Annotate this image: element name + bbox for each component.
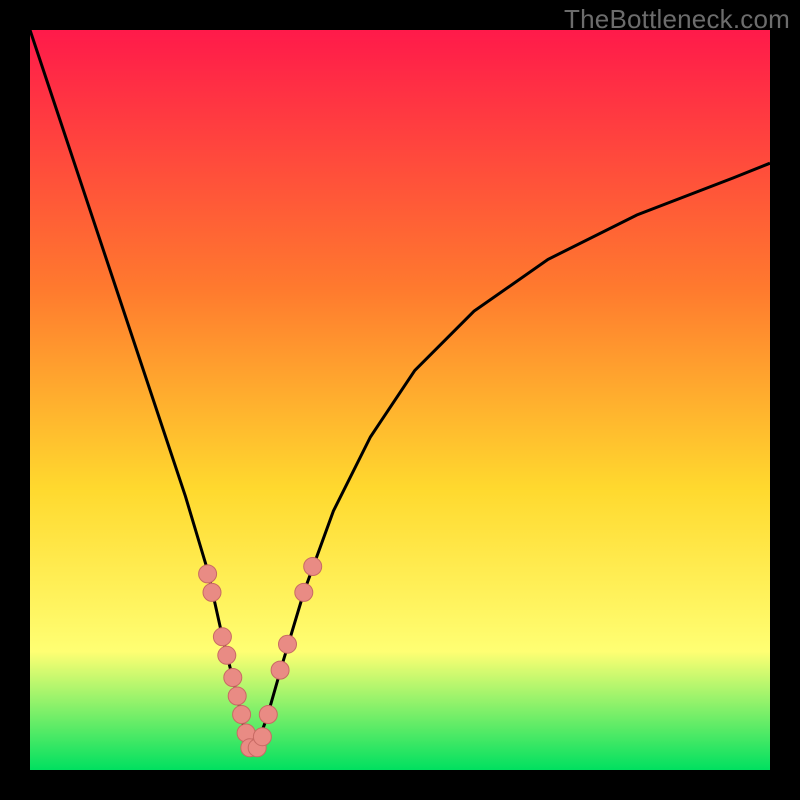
highlight-dot xyxy=(295,583,313,601)
watermark-text: TheBottleneck.com xyxy=(564,4,790,35)
highlight-dot xyxy=(259,706,277,724)
highlight-dot xyxy=(213,628,231,646)
highlight-dot xyxy=(279,635,297,653)
highlight-dot xyxy=(233,706,251,724)
highlight-dot xyxy=(224,669,242,687)
highlight-dot xyxy=(228,687,246,705)
highlight-dot xyxy=(199,565,217,583)
highlight-dot xyxy=(253,728,271,746)
highlight-dot xyxy=(218,646,236,664)
highlight-dot xyxy=(304,558,322,576)
highlight-dot xyxy=(271,661,289,679)
highlight-dot xyxy=(203,583,221,601)
chart-svg xyxy=(30,30,770,770)
chart-frame xyxy=(30,30,770,770)
gradient-background xyxy=(30,30,770,770)
